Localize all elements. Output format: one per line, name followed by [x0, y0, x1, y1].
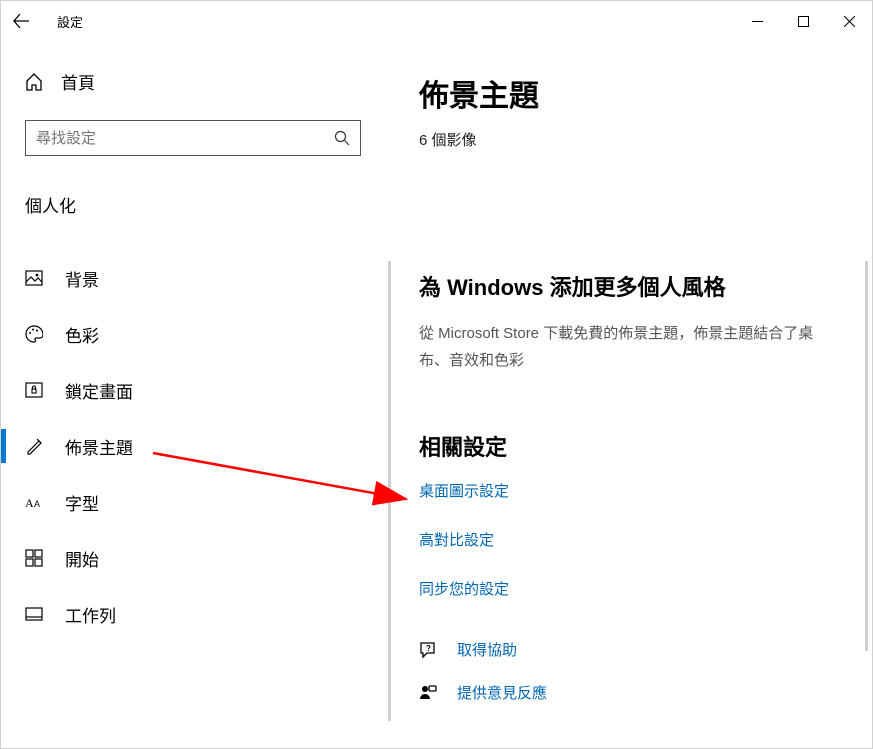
sidebar-item-start[interactable]: 開始 — [1, 535, 367, 581]
sidebar-item-label: 鎖定畫面 — [65, 378, 133, 403]
sidebar-item-label: 佈景主題 — [65, 434, 133, 459]
image-count: 6 個影像 — [419, 129, 832, 150]
window-title: 設定 — [57, 12, 83, 31]
sidebar-item-label: 字型 — [65, 490, 99, 515]
more-styles-body: 從 Microsoft Store 下載免費的佈景主題，佈景主題結合了桌布、音效… — [419, 320, 819, 374]
feedback-icon — [419, 684, 437, 702]
window-controls — [734, 5, 872, 37]
font-icon: AA — [25, 493, 43, 511]
search-input[interactable] — [36, 130, 334, 147]
content: 首頁 個人化 背景 色彩 鎖定畫面 佈景主題 AA 字型 — [1, 41, 872, 748]
taskbar-icon — [25, 605, 43, 623]
main: 佈景主題 6 個影像 為 Windows 添加更多個人風格 從 Microsof… — [391, 41, 872, 748]
sidebar-item-background[interactable]: 背景 — [1, 255, 367, 301]
minimize-button[interactable] — [734, 5, 780, 37]
sidebar-item-fonts[interactable]: AA 字型 — [1, 479, 367, 525]
start-icon — [25, 549, 43, 567]
sidebar-item-taskbar[interactable]: 工作列 — [1, 591, 367, 637]
feedback-link[interactable]: 提供意見反應 — [419, 682, 832, 703]
svg-text:A: A — [34, 499, 40, 509]
minimize-icon — [752, 16, 763, 27]
sidebar-item-label: 工作列 — [65, 602, 116, 627]
related-heading: 相關設定 — [419, 430, 832, 462]
svg-text:?: ? — [426, 644, 431, 653]
sidebar-item-label: 背景 — [65, 266, 99, 291]
maximize-icon — [798, 16, 809, 27]
picture-icon — [25, 269, 43, 287]
link-sync-settings[interactable]: 同步您的設定 — [419, 578, 832, 599]
close-icon — [844, 16, 855, 27]
get-help-label: 取得協助 — [457, 639, 517, 660]
close-button[interactable] — [826, 5, 872, 37]
feedback-label: 提供意見反應 — [457, 682, 547, 703]
titlebar: 設定 — [1, 1, 872, 41]
search-box[interactable] — [25, 120, 361, 156]
sidebar-item-themes[interactable]: 佈景主題 — [1, 423, 367, 469]
home-icon — [25, 73, 43, 91]
home-label: 首頁 — [61, 69, 95, 94]
palette-icon — [25, 325, 43, 343]
theme-icon — [25, 437, 43, 455]
more-styles-heading: 為 Windows 添加更多個人風格 — [419, 270, 832, 302]
search-icon — [334, 130, 350, 146]
arrow-left-icon — [13, 13, 29, 29]
sidebar-item-label: 開始 — [65, 546, 99, 571]
sidebar-item-colors[interactable]: 色彩 — [1, 311, 367, 357]
sidebar: 首頁 個人化 背景 色彩 鎖定畫面 佈景主題 AA 字型 — [1, 41, 391, 748]
help-icon: ? — [419, 641, 437, 659]
link-desktop-icon-settings[interactable]: 桌面圖示設定 — [419, 480, 832, 501]
link-high-contrast[interactable]: 高對比設定 — [419, 529, 832, 550]
svg-text:A: A — [25, 496, 34, 510]
page-title: 佈景主題 — [419, 71, 832, 115]
maximize-button[interactable] — [780, 5, 826, 37]
main-scrollbar[interactable] — [865, 261, 868, 651]
sidebar-item-lockscreen[interactable]: 鎖定畫面 — [1, 367, 367, 413]
lockscreen-icon — [25, 381, 43, 399]
back-button[interactable] — [1, 1, 41, 41]
category-heading: 個人化 — [25, 192, 367, 217]
home-link[interactable]: 首頁 — [25, 69, 367, 94]
get-help-link[interactable]: ? 取得協助 — [419, 639, 832, 660]
sidebar-item-label: 色彩 — [65, 322, 99, 347]
